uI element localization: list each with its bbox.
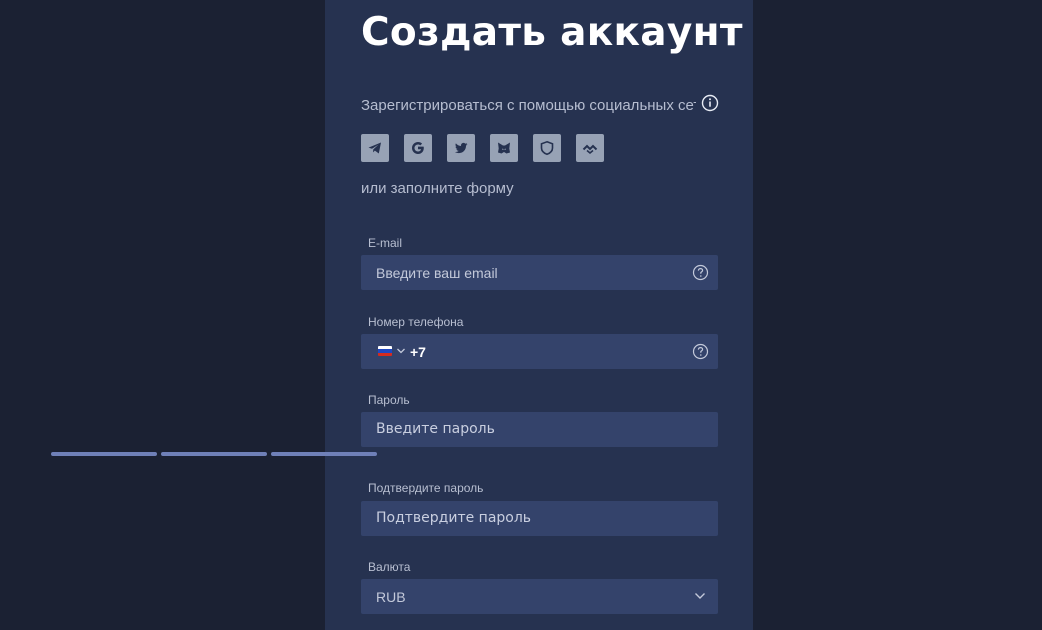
password-strength-meter: [51, 452, 377, 456]
waves-button[interactable]: [576, 134, 604, 162]
strength-bar: [51, 452, 157, 456]
currency-label: Валюта: [368, 560, 411, 574]
phone-label: Номер телефона: [368, 315, 464, 329]
confirm-password-label: Подтвердите пароль: [368, 481, 484, 495]
phone-field[interactable]: +7: [361, 334, 718, 369]
info-icon[interactable]: [701, 94, 719, 112]
chevron-down-icon[interactable]: [694, 592, 706, 600]
password-field[interactable]: Введите пароль: [361, 412, 718, 447]
chevron-down-icon[interactable]: [396, 347, 406, 355]
help-icon[interactable]: [692, 343, 709, 360]
or-fill-form-text: или заполните форму: [361, 180, 514, 197]
email-placeholder: Введите ваш email: [376, 265, 498, 281]
telegram-button[interactable]: [361, 134, 389, 162]
password-label: Пароль: [368, 393, 410, 407]
social-signup-text: Зарегистрироваться с помощью социальных …: [361, 97, 696, 114]
currency-value: RUB: [376, 589, 406, 605]
shield-icon: [540, 140, 554, 156]
russia-flag-icon[interactable]: [378, 346, 392, 356]
confirm-password-field[interactable]: Подтвердите пароль: [361, 501, 718, 536]
waves-icon: [582, 144, 598, 155]
shield-button[interactable]: [533, 134, 561, 162]
phone-country-code: +7: [410, 344, 426, 360]
currency-select[interactable]: RUB: [361, 579, 718, 614]
confirm-password-placeholder: Подтвердите пароль: [376, 510, 532, 526]
metamask-icon: [498, 142, 510, 154]
strength-bar: [271, 452, 377, 456]
page-title: Создать аккаунт: [361, 10, 743, 55]
metamask-button[interactable]: [490, 134, 518, 162]
help-icon[interactable]: [692, 264, 709, 281]
strength-bar: [161, 452, 267, 456]
google-icon: [412, 142, 424, 154]
email-field[interactable]: Введите ваш email: [361, 255, 718, 290]
google-button[interactable]: [404, 134, 432, 162]
social-buttons: [361, 134, 604, 162]
telegram-icon: [368, 142, 381, 154]
password-placeholder: Введите пароль: [376, 421, 495, 437]
twitter-icon: [455, 142, 468, 154]
email-label: E-mail: [368, 236, 403, 250]
signup-panel: Создать аккаунт Зарегистрироваться с пом…: [325, 0, 753, 630]
twitter-button[interactable]: [447, 134, 475, 162]
